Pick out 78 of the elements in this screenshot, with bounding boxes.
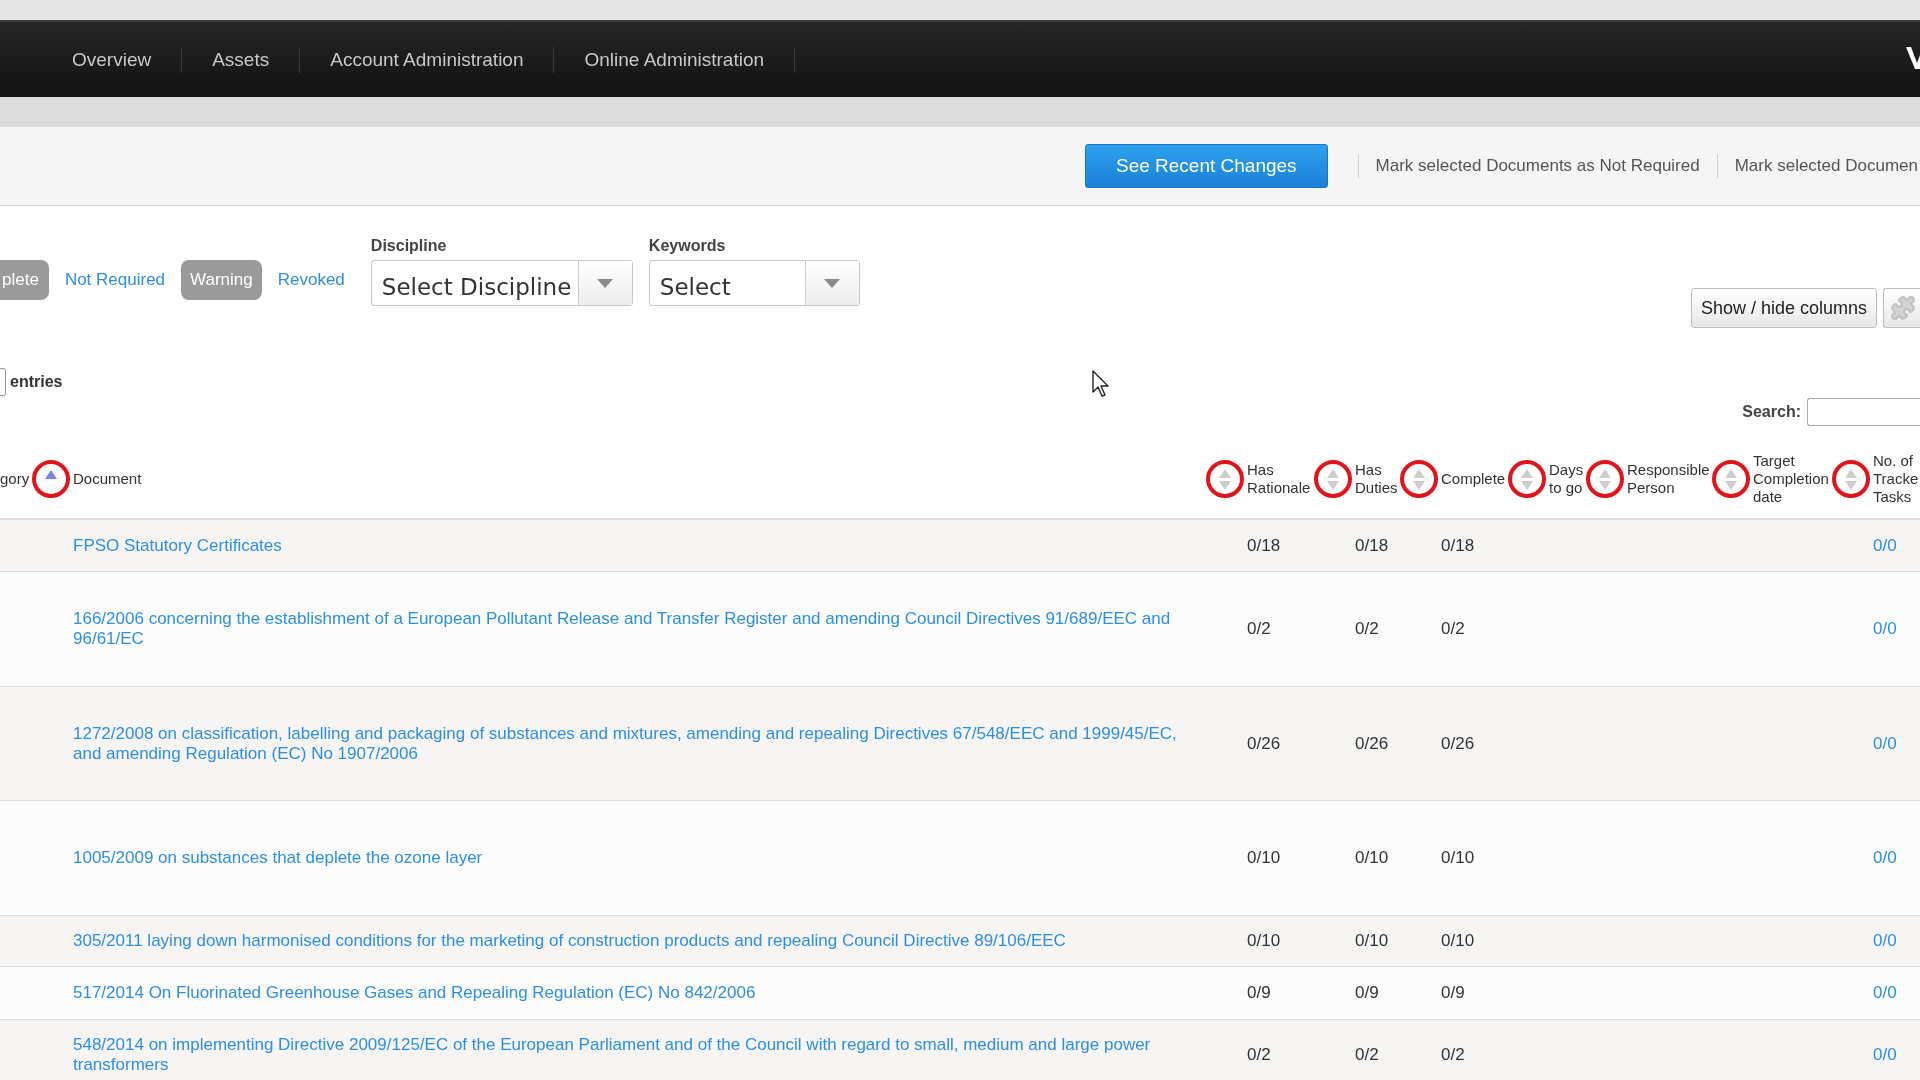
document-link[interactable]: 548/2014 on implementing Directive 2009/125/EC of the European Parliament and of the Council with regard to small, medium and large power transformers — [73, 1034, 1193, 1075]
table-cell: 0/9 — [1247, 983, 1271, 1002]
table-cell: 0/2 — [1355, 619, 1379, 638]
table-cell: 0/2 — [1441, 619, 1465, 638]
table-cell: 0/2 — [1441, 1044, 1465, 1064]
task-count-link[interactable]: 0/0 — [1873, 1044, 1897, 1064]
toolbar-link[interactable]: Mark selected Documents as Not Required — [1375, 153, 1700, 179]
table-cell: 0/26 — [1247, 733, 1281, 753]
document-link[interactable]: 305/2011 laying down harmonised conditions for the marketing of construction products and repealing Council Directive 89/106/EEC — [73, 931, 1193, 951]
table-cell: 0/2 — [1247, 1044, 1271, 1064]
dropdown-select[interactable]: Select — [648, 260, 860, 306]
task-count-link[interactable]: 0/0 — [1873, 931, 1897, 950]
nav-link[interactable]: Account Administration — [330, 48, 524, 70]
table-cell: 0/10 — [1247, 931, 1281, 950]
table-cell: 0/10 — [1355, 931, 1389, 950]
sort-icon[interactable] — [1725, 468, 1737, 490]
nav-link[interactable]: Assets — [212, 48, 270, 70]
sort-icon[interactable] — [1521, 468, 1533, 490]
sort-icon[interactable] — [1845, 468, 1857, 490]
table-cell: 0/26 — [1355, 733, 1389, 753]
column-header[interactable]: No. of Tracke Tasks — [1873, 452, 1920, 506]
columns-toggle-button[interactable]: Show / hide columns — [1690, 288, 1877, 328]
puzzle-button[interactable] — [1883, 288, 1920, 328]
table-cell: 0/18 — [1355, 535, 1389, 555]
nav-link[interactable]: Overview — [72, 48, 152, 70]
column-header[interactable]: Document — [73, 470, 1204, 488]
column-header[interactable]: Days to go — [1549, 461, 1584, 497]
document-link[interactable]: FPSO Statutory Certificates — [73, 535, 1193, 556]
table-cell: 0/9 — [1441, 983, 1465, 1002]
caret-icon — [597, 278, 614, 288]
document-link[interactable]: 1005/2009 on substances that deplete the ozone layer — [73, 848, 1193, 868]
filter-link[interactable]: Not Required — [64, 267, 166, 293]
document-link[interactable]: 1272/2008 on classification, labelling and packaging of substances and mixtures, amending and repealing Directives 67/548/EEC and 1999/45/EC, and amending Regulation (EC) No 1907/2006 — [73, 723, 1193, 764]
table-cell: 0/10 — [1247, 848, 1281, 867]
field-label: Discipline — [370, 236, 448, 256]
filter-link[interactable]: Revoked — [277, 267, 345, 293]
column-header[interactable]: Has Duties — [1355, 461, 1398, 497]
sort-icon[interactable] — [1599, 468, 1611, 490]
column-header[interactable]: gory — [0, 470, 30, 488]
entries-label: entries — [10, 372, 63, 392]
table-cell: 0/9 — [1355, 983, 1379, 1002]
table-cell: 0/26 — [1441, 733, 1475, 753]
sort-icon[interactable] — [45, 470, 57, 479]
dropdown-select[interactable]: Select Discipline — [370, 260, 633, 306]
toolbar-link[interactable]: Mark selected Documen — [1734, 153, 1918, 179]
table-cell: 0/18 — [1441, 535, 1475, 555]
table-cell: 0/2 — [1247, 619, 1271, 638]
sort-icon[interactable] — [1219, 468, 1231, 490]
sort-icon[interactable] — [1413, 468, 1425, 490]
field-label: Keywords — [648, 236, 727, 256]
recent-changes-button[interactable]: See Recent Changes — [1084, 144, 1328, 188]
table-cell: 0/10 — [1355, 848, 1389, 867]
column-header[interactable]: Has Rationale — [1247, 461, 1312, 497]
puzzle-icon — [1890, 295, 1916, 321]
column-header[interactable]: Complete — [1441, 470, 1506, 488]
task-count-link[interactable]: 0/0 — [1873, 848, 1897, 867]
search-field[interactable] — [1807, 398, 1920, 426]
column-header[interactable]: Responsible Person — [1627, 461, 1710, 497]
table-cell: 0/10 — [1441, 931, 1475, 950]
filter-pill[interactable]: Warning — [181, 260, 262, 300]
task-count-link[interactable]: 0/0 — [1873, 535, 1897, 555]
column-header[interactable]: Target Completion date — [1753, 452, 1830, 506]
cursor-icon — [1092, 370, 1110, 397]
task-count-link[interactable]: 0/0 — [1873, 619, 1897, 638]
table-cell: 0/18 — [1247, 535, 1281, 555]
table-cell: 0/10 — [1441, 848, 1475, 867]
caret-icon — [824, 278, 841, 288]
table-cell: 0/2 — [1355, 1044, 1379, 1064]
document-link[interactable]: 166/2006 concerning the establishment of a European Pollutant Release and Transfer Register and amending Council Directives 91/689/EEC and 96/61/EC — [73, 609, 1193, 649]
task-count-link[interactable]: 0/0 — [1873, 983, 1897, 1002]
page-length-select[interactable] — [0, 368, 6, 396]
logo-icon — [1906, 46, 1920, 69]
document-link[interactable]: 517/2014 On Fluorinated Greenhouse Gases and Repealing Regulation (EC) No 842/2006 — [73, 983, 1193, 1003]
task-count-link[interactable]: 0/0 — [1873, 733, 1897, 753]
filter-pill[interactable]: plete — [0, 260, 49, 300]
search-label: Search: — [1742, 402, 1801, 422]
sort-icon[interactable] — [1327, 468, 1339, 490]
nav-link[interactable]: Online Administration — [584, 48, 765, 70]
